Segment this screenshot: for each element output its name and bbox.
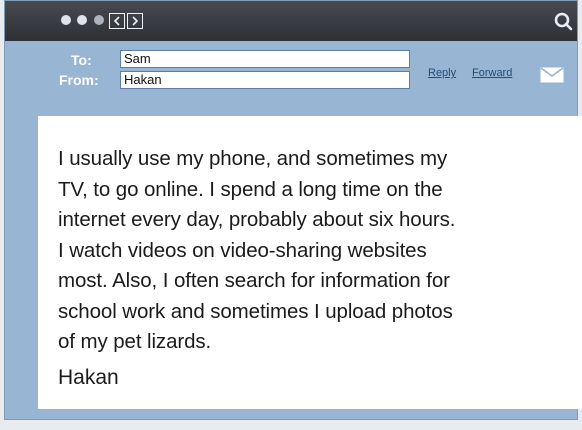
from-label: From: [59, 72, 99, 88]
chevron-right-icon [132, 16, 139, 26]
back-button[interactable] [109, 13, 125, 29]
reply-link[interactable]: Reply [428, 67, 456, 79]
forward-link[interactable]: Forward [472, 67, 512, 79]
minimize-dot-icon[interactable] [77, 15, 87, 25]
title-bar [5, 1, 577, 41]
zoom-dot-icon[interactable] [94, 15, 104, 25]
envelope-icon[interactable] [540, 67, 564, 83]
chevron-left-icon [113, 16, 120, 26]
forward-nav-button[interactable] [127, 13, 143, 29]
search-icon[interactable] [553, 11, 573, 31]
from-field[interactable]: Hakan [120, 71, 410, 89]
email-window: To: Sam From: Hakan Reply Forward I usua… [4, 0, 582, 420]
signature: Hakan [58, 365, 119, 389]
to-label: To: [71, 52, 92, 68]
message-text: I usually use my phone, and sometimes my… [58, 147, 456, 353]
message-body: I usually use my phone, and sometimes my… [38, 116, 582, 409]
close-dot-icon[interactable] [61, 15, 71, 25]
to-field[interactable]: Sam [120, 50, 410, 68]
email-header: To: Sam From: Hakan Reply Forward [5, 41, 577, 111]
